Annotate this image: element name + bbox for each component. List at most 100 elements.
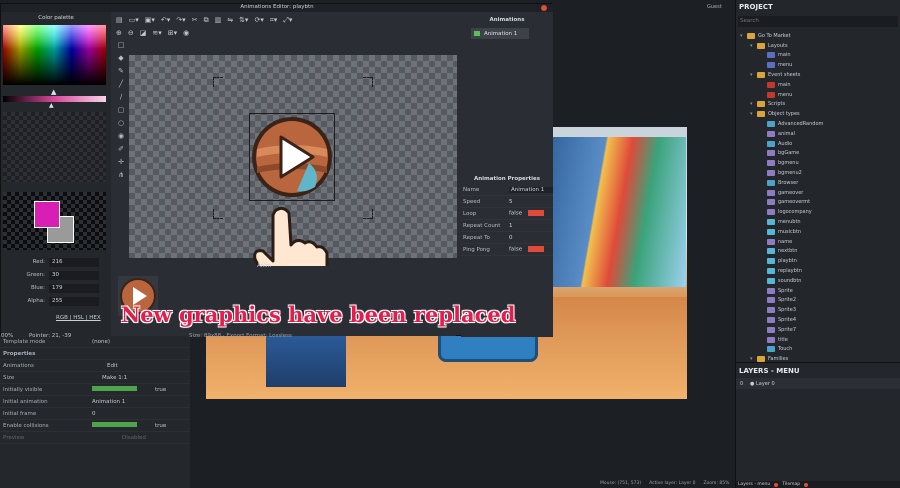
project-tree-item[interactable]: main — [736, 80, 900, 90]
rotate-icon[interactable]: ⟳▾ — [254, 16, 263, 24]
project-tree-item[interactable]: menu — [736, 60, 900, 70]
anim-name-input[interactable]: Animation 1 — [509, 186, 553, 193]
anim-speed-input[interactable]: 5 — [509, 199, 553, 205]
green-input[interactable]: 30 — [49, 270, 99, 280]
primary-color-swatch[interactable] — [34, 201, 60, 228]
repeat-count-input[interactable]: 1 — [509, 223, 553, 229]
zoom-out-icon[interactable]: ⊖ — [128, 29, 134, 37]
image-editing-canvas[interactable] — [129, 55, 457, 295]
eraser-icon[interactable]: ◆ — [116, 53, 126, 63]
image-points-icon[interactable]: ⋔ — [116, 170, 126, 180]
edit-animations-link[interactable]: Edit — [92, 363, 190, 369]
project-tree-item[interactable]: menubtn — [736, 217, 900, 227]
animations-editor-window[interactable]: Animations Editor: playbtn Color palette… — [0, 3, 553, 339]
resize-icon[interactable]: ⤢▾ — [283, 16, 292, 25]
repeat-to-input[interactable]: 0 — [509, 235, 553, 241]
project-tree-item[interactable]: ▾ Event sheets — [736, 70, 900, 80]
project-tree-item[interactable]: animal — [736, 129, 900, 139]
expand-chevron-icon[interactable]: ▾ — [750, 101, 757, 107]
flip-icon[interactable]: ⇅▾ — [239, 16, 248, 24]
red-input[interactable]: 216 — [49, 257, 99, 267]
project-tree-item[interactable]: Sprite4 — [736, 315, 900, 325]
project-tree-item[interactable]: AdvancedRandom — [736, 119, 900, 129]
save-icon[interactable]: ▣▾ — [145, 16, 155, 24]
project-tree-item[interactable]: main — [736, 51, 900, 61]
folder-open-icon[interactable]: ▭▾ — [129, 16, 139, 24]
grid-icon[interactable]: ⊞▾ — [168, 29, 177, 37]
color-mode-links[interactable]: RGB | HSL | HEX — [56, 315, 101, 321]
user-label[interactable]: Guest — [707, 4, 722, 10]
project-tree-item[interactable]: logocompany — [736, 207, 900, 217]
prop-initial-animation[interactable]: Initial animation Animation 1 — [0, 396, 190, 408]
layers-icon[interactable]: ≋▾ — [152, 29, 161, 37]
project-tree-item[interactable]: Browser — [736, 178, 900, 188]
project-tree-item[interactable]: title — [736, 335, 900, 345]
initial-animation-select[interactable]: Animation 1 — [92, 399, 190, 405]
background-icon[interactable]: ◪ — [140, 29, 147, 37]
alpha-input[interactable]: 255 — [49, 296, 99, 306]
project-tree-item[interactable]: ▾ Families — [736, 354, 900, 364]
anim-prop-ping-pong[interactable]: Ping Pong false — [461, 244, 553, 256]
prop-value[interactable]: (none) — [92, 339, 190, 345]
project-tree-item[interactable]: replaybtn — [736, 266, 900, 276]
project-tree-item[interactable]: Touch — [736, 345, 900, 355]
alpha-slider[interactable] — [3, 96, 106, 102]
project-tree-item[interactable]: Audio — [736, 139, 900, 149]
crop-icon[interactable]: ⌗▾ — [270, 16, 277, 25]
cut-icon[interactable]: ✂ — [192, 16, 198, 24]
prop-enable-collisions[interactable]: Enable collisions true — [0, 420, 190, 432]
project-tree-item[interactable]: ▾ Go To Market — [736, 31, 900, 41]
project-tree-item[interactable]: ▾ Layouts — [736, 41, 900, 51]
mirror-icon[interactable]: ⇋ — [227, 16, 233, 24]
prop-animations[interactable]: Animations Edit — [0, 360, 190, 372]
project-search-input[interactable]: Search — [738, 16, 898, 27]
blue-input[interactable]: 179 — [49, 283, 99, 293]
project-tree-item[interactable]: bgmenu2 — [736, 168, 900, 178]
prop-initially-visible[interactable]: Initially visible true — [0, 384, 190, 396]
project-tree-item[interactable]: musicbtn — [736, 227, 900, 237]
blue-field[interactable]: Blue: 179 — [1, 283, 111, 293]
copy-icon[interactable]: ⧉ — [204, 16, 209, 25]
project-tree-item[interactable]: bgGame — [736, 149, 900, 159]
preview-icon[interactable]: ◉ — [183, 29, 189, 37]
project-tree-item[interactable]: playbtn — [736, 256, 900, 266]
line-icon[interactable]: ∕ — [116, 92, 126, 102]
prop-preview[interactable]: Preview Disabled — [0, 432, 190, 444]
initial-frame-input[interactable]: 0 — [92, 411, 190, 417]
paste-icon[interactable]: ▥ — [215, 16, 222, 24]
anim-prop-speed[interactable]: Speed 5 — [461, 196, 553, 208]
alpha-field[interactable]: Alpha: 255 — [1, 296, 111, 306]
project-tree-item[interactable]: gameovermt — [736, 198, 900, 208]
expand-chevron-icon[interactable]: ▾ — [750, 356, 757, 362]
expand-chevron-icon[interactable]: ▾ — [750, 72, 757, 78]
visible-toggle[interactable] — [92, 386, 137, 391]
select-rect-icon[interactable]: □ — [116, 40, 126, 50]
project-tree-item[interactable]: nextbtn — [736, 247, 900, 257]
anim-prop-loop[interactable]: Loop false — [461, 208, 553, 220]
brush-icon[interactable]: ╱ — [116, 79, 126, 89]
tab-layers-menu[interactable]: Layers - menu — [738, 482, 770, 487]
window-title[interactable]: Animations Editor: playbtn — [1, 4, 553, 12]
project-tree-item[interactable]: name — [736, 237, 900, 247]
prop-size[interactable]: Size Make 1:1 — [0, 372, 190, 384]
project-tree-item[interactable]: Sprite7 — [736, 325, 900, 335]
project-tree-item[interactable]: ▾ Object types — [736, 109, 900, 119]
collisions-toggle[interactable] — [92, 422, 137, 427]
make-1-1-link[interactable]: Make 1:1 — [92, 375, 190, 381]
green-field[interactable]: Green: 30 — [1, 270, 111, 280]
project-tree-item[interactable]: gameover — [736, 188, 900, 198]
redo-icon[interactable]: ↷▾ — [176, 16, 185, 24]
undo-icon[interactable]: ↶▾ — [161, 16, 170, 24]
play-button-sprite[interactable] — [249, 113, 335, 201]
expand-chevron-icon[interactable]: ▾ — [740, 33, 747, 39]
color-picker-icon[interactable]: ✐ — [116, 144, 126, 154]
fill-bucket-icon[interactable]: ◉ — [116, 131, 126, 141]
close-tab-icon[interactable] — [774, 482, 779, 487]
close-tab-icon[interactable] — [804, 482, 809, 487]
close-window-button[interactable] — [541, 5, 547, 11]
prop-initial-frame[interactable]: Initial frame 0 — [0, 408, 190, 420]
swatch-grid[interactable] — [3, 112, 106, 182]
ellipse-icon[interactable]: ○ — [116, 118, 126, 128]
loop-toggle[interactable] — [528, 210, 545, 217]
anim-prop-repeat-count[interactable]: Repeat Count 1 — [461, 220, 553, 232]
